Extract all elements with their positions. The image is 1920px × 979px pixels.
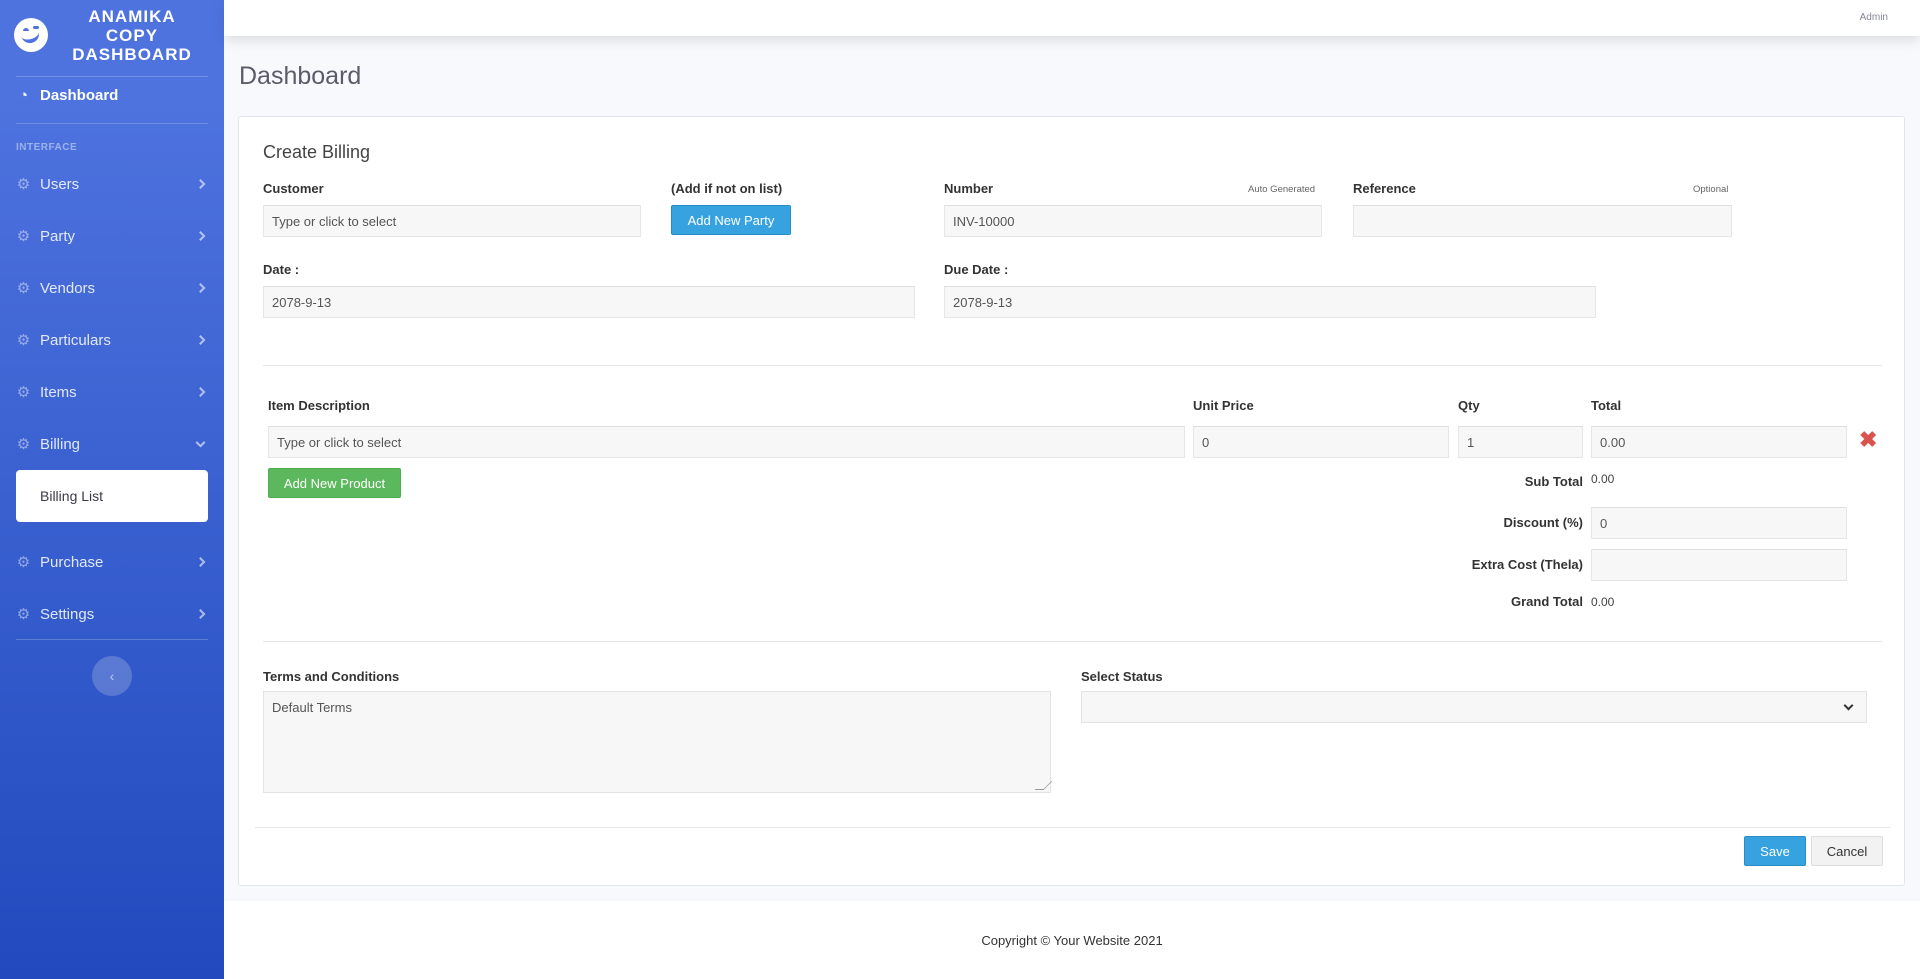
extra-cost-field[interactable] [1591,549,1847,581]
sidebar-item-dashboard[interactable]: ◔ Dashboard [0,70,224,120]
sidebar-item-label: Particulars [40,331,111,349]
brand-title-line: DASHBOARD [72,44,192,64]
date-label: Date : [263,262,300,277]
number-label: Number [944,181,994,196]
section-divider [263,641,1882,642]
billing-card: Create Billing Customer Type or click to… [238,116,1905,886]
item-description-select[interactable]: Type or click to select [268,426,1185,458]
customer-label: Customer [263,181,324,196]
chevron-left-icon: ‹ [109,668,115,684]
brand[interactable]: ANAMIKA COPY DASHBOARD [0,0,224,70]
chevron-right-icon [195,557,206,567]
grand-total-label: Grand Total [1511,594,1583,609]
reference-hint: Optional [1693,184,1729,195]
sidebar-toggle-button[interactable]: ‹ [92,656,132,696]
sidebar-item-label: Purchase [40,553,104,571]
extra-cost-label: Extra Cost (Thela) [1471,557,1583,572]
resize-handle-icon[interactable] [1034,781,1053,790]
number-hint: Auto Generated [1248,184,1316,195]
brand-title-line: COPY [105,25,159,45]
customer-select[interactable]: Type or click to select [263,205,641,237]
gear-icon: ⚙ [16,606,31,623]
gear-icon: ⚙ [16,280,31,297]
footer: Copyright © Your Website 2021 [224,901,1920,979]
sidebar: ANAMIKA COPY DASHBOARD ◔ Dashboard INTER… [0,0,224,979]
sidebar-item-label: Dashboard [40,86,119,104]
terms-textarea[interactable]: Default Terms [263,691,1053,793]
sidebar-item-label: Items [40,383,77,401]
gear-icon: ⚙ [16,384,31,401]
add-if-label: (Add if not on list) [671,181,783,196]
gear-icon: ⚙ [16,554,31,571]
grand-total-value: 0.00 [1591,595,1615,609]
page-title: Dashboard [239,62,362,90]
sidebar-item-label: Billing [40,435,81,453]
brand-title-line: ANAMIKA [88,6,176,26]
sidebar-divider [16,639,208,640]
sidebar-item-label: Party [40,227,76,245]
status-label: Select Status [1081,669,1163,684]
sidebar-item-party[interactable]: ⚙ Party [0,210,224,262]
date-field[interactable]: 2078-9-13 [263,286,915,318]
brand-title: ANAMIKA COPY DASHBOARD [52,7,212,64]
reference-label: Reference [1353,181,1416,196]
due-date-label: Due Date : [944,262,1009,277]
unit-price-header: Unit Price [1193,398,1254,413]
card-title: Create Billing [263,142,371,162]
sidebar-subitem-billing-list[interactable]: Billing List [40,488,103,504]
discount-label: Discount (%) [1503,515,1583,530]
gear-icon: ⚙ [16,228,31,245]
save-button[interactable]: Save [1744,836,1806,866]
subtotal-value: 0.00 [1591,472,1615,486]
sidebar-item-purchase[interactable]: ⚙ Purchase [0,536,224,588]
sidebar-item-users[interactable]: ⚙ Users [0,158,224,210]
qty-field[interactable]: 1 [1458,426,1583,458]
chevron-right-icon [195,179,206,189]
discount-field[interactable]: 0 [1591,507,1847,539]
chevron-down-icon [195,437,206,448]
add-new-party-button[interactable]: Add New Party [671,205,791,235]
subtotal-label: Sub Total [1524,474,1583,489]
laugh-wink-icon [14,18,48,52]
total-field: 0.00 [1591,426,1847,458]
chevron-down-icon [1843,700,1854,711]
chevron-right-icon [195,609,206,619]
chevron-right-icon [195,283,206,293]
sidebar-item-vendors[interactable]: ⚙ Vendors [0,262,224,314]
sidebar-item-label: Vendors [40,279,96,297]
status-select[interactable] [1081,691,1867,723]
add-new-product-button[interactable]: Add New Product [268,468,401,498]
gear-icon: ⚙ [16,176,31,193]
gear-icon: ⚙ [16,436,31,453]
chevron-right-icon [195,335,206,345]
sidebar-item-items[interactable]: ⚙ Items [0,366,224,418]
topbar: Admin [224,0,1920,36]
terms-text: Default Terms [272,700,352,715]
sidebar-item-settings[interactable]: ⚙ Settings [0,588,224,640]
due-date-field[interactable]: 2078-9-13 [944,286,1596,318]
tachometer-icon: ◔ [18,86,29,104]
sidebar-item-label: Settings [40,605,95,623]
gear-icon: ⚙ [16,332,31,349]
copyright-text: Copyright © Your Website 2021 [981,933,1163,948]
sidebar-heading: INTERFACE [16,142,78,153]
section-divider [263,365,1882,366]
number-field[interactable]: INV-10000 [944,205,1322,237]
unit-price-field[interactable]: 0 [1193,426,1449,458]
reference-field[interactable] [1353,205,1732,237]
sidebar-item-label: Users [40,175,80,193]
chevron-right-icon [195,387,206,397]
cancel-button[interactable]: Cancel [1811,836,1883,866]
sidebar-item-particulars[interactable]: ⚙ Particulars [0,314,224,366]
remove-row-icon[interactable]: ✖ [1859,429,1877,451]
qty-header: Qty [1458,398,1480,413]
chevron-right-icon [195,231,206,241]
sidebar-item-billing[interactable]: ⚙ Billing [0,418,224,470]
billing-submenu: Billing List [16,470,208,522]
terms-label: Terms and Conditions [263,669,400,684]
user-menu[interactable]: Admin [1860,12,1888,23]
footer-divider [255,827,1890,828]
item-description-header: Item Description [268,398,370,413]
total-header: Total [1591,398,1622,413]
